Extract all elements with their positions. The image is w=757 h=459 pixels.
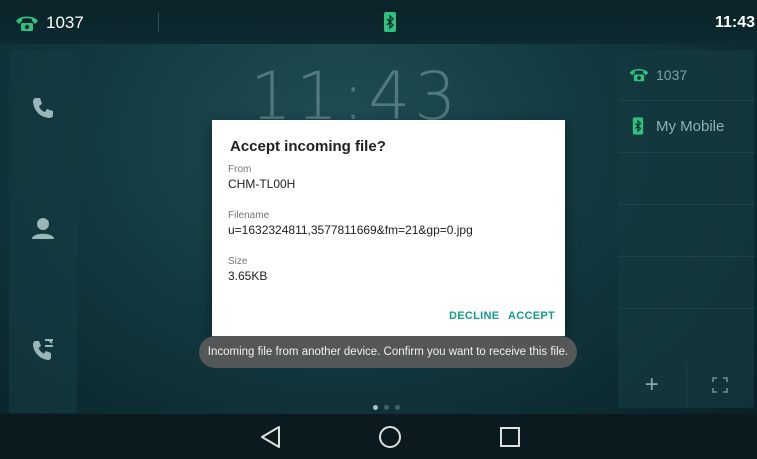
navigation-bar [0, 414, 757, 459]
status-divider [158, 12, 159, 32]
bluetooth-icon [384, 12, 396, 32]
dialog-title: Accept incoming file? [230, 138, 386, 155]
panel-actions: + [618, 362, 754, 408]
plus-icon: + [644, 371, 659, 398]
contacts-icon [32, 218, 54, 239]
incoming-file-dialog: Accept incoming file? From CHM-TL00H Fil… [212, 120, 565, 336]
page-indicator [373, 405, 400, 410]
recent-apps-icon[interactable] [497, 424, 523, 450]
page-dot [395, 405, 400, 410]
page-dot [384, 405, 389, 410]
expand-icon [712, 377, 729, 393]
page-dot-active [373, 405, 378, 410]
add-button[interactable]: + [618, 362, 687, 408]
line-key-empty[interactable] [618, 154, 754, 205]
shortcut-contacts[interactable] [9, 198, 77, 258]
line-key-label: 1037 [656, 67, 688, 83]
filename-value: u=1632324811,3577811669&fm=21&gp=0.jpg [228, 223, 473, 237]
phone-icon [629, 69, 649, 82]
decline-button[interactable]: DECLINE [449, 310, 499, 322]
account-status[interactable]: 1037 [14, 12, 84, 34]
status-bar: 1037 11:43 [0, 0, 757, 44]
toast-text: Incoming file from another device. Confi… [207, 346, 569, 358]
phone-icon [33, 98, 53, 118]
account-number: 1037 [46, 13, 84, 32]
from-label: From [228, 164, 252, 175]
line-key-empty[interactable] [618, 258, 754, 309]
mobile-label: My Mobile [656, 118, 725, 135]
phone-icon [16, 16, 38, 31]
filename-label: Filename [228, 210, 270, 221]
status-clock: 11:43 [714, 14, 755, 31]
left-shortcut-panel [9, 50, 77, 413]
size-value: 3.65KB [228, 269, 268, 283]
accept-button[interactable]: ACCEPT [508, 310, 555, 322]
from-value: CHM-TL00H [228, 177, 296, 191]
toast-message: Incoming file from another device. Confi… [199, 336, 577, 368]
right-line-panel: 1037 My Mobile + [618, 50, 754, 408]
home-icon[interactable] [377, 424, 403, 450]
line-key-account[interactable]: 1037 [618, 50, 754, 101]
expand-button[interactable] [687, 362, 755, 408]
line-key-mobile[interactable]: My Mobile [618, 102, 754, 153]
line-key-empty[interactable] [618, 206, 754, 257]
mobile-phone-icon [632, 117, 644, 135]
back-icon[interactable] [258, 424, 284, 450]
shortcut-call-log[interactable] [9, 320, 77, 380]
call-log-icon [33, 339, 53, 360]
shortcut-phone[interactable] [9, 78, 77, 138]
size-label: Size [228, 256, 248, 267]
home-screen: 1037 11:43 11:43 1037 My Mobile + Accept… [0, 0, 757, 459]
